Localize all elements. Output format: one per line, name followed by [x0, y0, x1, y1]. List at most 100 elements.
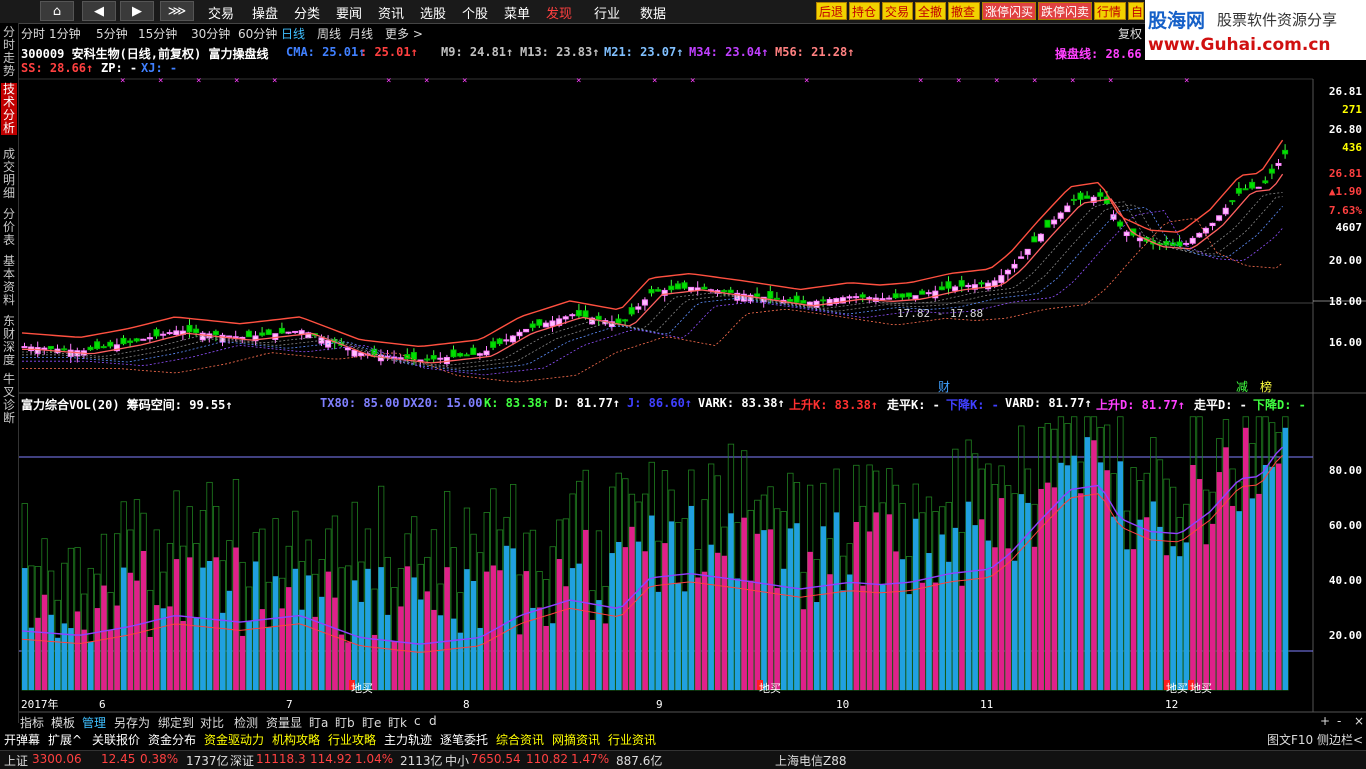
sidebar-toggle[interactable]: 侧边栏<	[1317, 731, 1363, 748]
volume-bar	[556, 559, 563, 690]
buy-label: 地买	[351, 682, 373, 695]
volume-bar	[932, 582, 939, 690]
indicator-tab-13[interactable]: d	[429, 714, 437, 728]
vol-indicator-5: VARK: 83.38↑	[698, 396, 785, 410]
volume-bar	[457, 632, 464, 690]
indicator-tab-3[interactable]: 另存为	[114, 714, 150, 731]
candle-body	[166, 332, 173, 335]
indicator-tab-12[interactable]: c	[414, 714, 421, 728]
indicator-tab-6[interactable]: 检测	[234, 714, 258, 731]
volume-bar	[840, 590, 846, 690]
info-tab-10[interactable]: 网摘资讯	[552, 731, 600, 748]
volume-bar	[299, 609, 305, 690]
zoom-button-1[interactable]: -	[1337, 714, 1341, 728]
volume-bar	[629, 526, 635, 690]
candles	[21, 144, 1289, 368]
info-tab-3[interactable]: 资金分布	[148, 731, 196, 748]
volume-bar	[550, 623, 556, 690]
indicator-tab-11[interactable]: 盯k	[388, 714, 407, 731]
info-tab-11[interactable]: 行业资讯	[608, 731, 656, 748]
candle-body	[457, 353, 464, 357]
candle-body	[919, 290, 926, 295]
info-tab-9[interactable]: 综合资讯	[496, 731, 544, 748]
zoom-button-0[interactable]: +	[1320, 714, 1330, 728]
sz-name: 深证	[230, 754, 255, 768]
info-tab-7[interactable]: 主力轨迹	[384, 731, 432, 748]
volume-bar	[338, 634, 345, 690]
volume-bar	[602, 623, 609, 690]
candle-body	[463, 354, 470, 357]
info-tab-8[interactable]: 逐笔委托	[440, 731, 488, 748]
price-axis-label: 18.00	[1329, 295, 1362, 308]
volume-bar	[1084, 437, 1091, 690]
volume-bar	[899, 559, 906, 690]
signal-marker: ×	[956, 76, 961, 86]
volume-bar	[1243, 427, 1249, 690]
price-axis-label: ▲1.90	[1329, 185, 1362, 198]
info-tab-2[interactable]: 关联报价	[92, 731, 140, 748]
candle-body	[1057, 212, 1064, 219]
ma-indicator-1: : 25.01↑	[360, 45, 418, 59]
ma-indicator-0: CMA: 25.01↑	[286, 45, 366, 59]
sh-amount: 1737亿	[186, 754, 229, 768]
info-tab-5[interactable]: 机构攻略	[272, 731, 320, 748]
kline-chart[interactable]: 26.81 271 26.80 436 26.81 ▲1.90 7.63% 4607 20.00…	[0, 0, 1366, 768]
candle-body	[212, 330, 219, 336]
candle-body	[153, 329, 160, 337]
indicator-tab-5[interactable]: 对比	[200, 714, 224, 731]
vol-indicator-10: 上升D: 81.77↑	[1096, 398, 1186, 412]
volume-bar	[497, 570, 503, 690]
info-tab-4[interactable]: 资金驱动力	[204, 731, 264, 748]
volume-bar	[312, 616, 318, 690]
volume-bar	[81, 629, 87, 690]
indicator-tab-0[interactable]: 指标	[20, 714, 44, 731]
volume-bar	[1262, 464, 1269, 690]
candle-body	[985, 282, 992, 290]
info-tab-6[interactable]: 行业攻略	[328, 731, 376, 748]
indicator-tab-8[interactable]: 盯a	[309, 714, 328, 731]
volume-bar	[517, 634, 523, 690]
ma-line	[22, 205, 1283, 372]
signal-marker: ×	[1108, 76, 1113, 86]
candle-body	[1282, 149, 1289, 155]
candle-body	[1235, 188, 1242, 194]
volume-bar	[820, 526, 827, 690]
candle-body	[476, 353, 483, 356]
indicator-tab-4[interactable]: 绑定到	[158, 714, 194, 731]
candle-body	[595, 315, 602, 320]
indicator-tab-9[interactable]: 盯b	[335, 714, 355, 731]
indicator-tab-1[interactable]: 模板	[51, 714, 75, 731]
indicator-tab-10[interactable]: 盯e	[362, 714, 381, 731]
volume-bar	[662, 543, 668, 690]
candle-body	[496, 338, 503, 345]
info-tab-0[interactable]: 开弹幕	[4, 731, 40, 748]
volume-bar	[741, 517, 747, 690]
vol-title: 富力综合VOL(20) 筹码空间: 99.55↑	[21, 398, 233, 412]
candle-body	[193, 328, 200, 334]
volume-bar	[635, 541, 642, 690]
candle-body	[259, 332, 266, 336]
volume-bar	[919, 582, 926, 690]
volume-bar	[107, 630, 114, 690]
sz-value: 11118.3	[256, 752, 306, 766]
info-tab-1[interactable]: 扩展^	[48, 731, 82, 748]
line2-indicator-0: SS: 28.66↑	[21, 61, 94, 75]
date-axis-label: 11	[980, 698, 993, 711]
indicator-tab-7[interactable]: 资量显	[266, 714, 302, 731]
candle-body	[846, 296, 853, 299]
volume-bar	[365, 568, 371, 690]
volume-bar	[404, 566, 411, 690]
candle-body	[641, 299, 648, 306]
volume-bar	[1203, 544, 1209, 690]
volume-bar	[965, 501, 972, 690]
f10-button[interactable]: 图文F10	[1267, 731, 1313, 748]
volume-bar	[484, 571, 490, 690]
volume-bar	[246, 621, 252, 690]
candle-body	[721, 290, 728, 293]
volume-bar	[708, 544, 714, 690]
volume-bar	[734, 578, 741, 690]
zoom-button-2[interactable]: ×	[1354, 714, 1364, 728]
signal-marker: ×	[1032, 76, 1037, 86]
volume-bar	[992, 547, 998, 690]
indicator-tab-2[interactable]: 管理	[82, 714, 106, 731]
